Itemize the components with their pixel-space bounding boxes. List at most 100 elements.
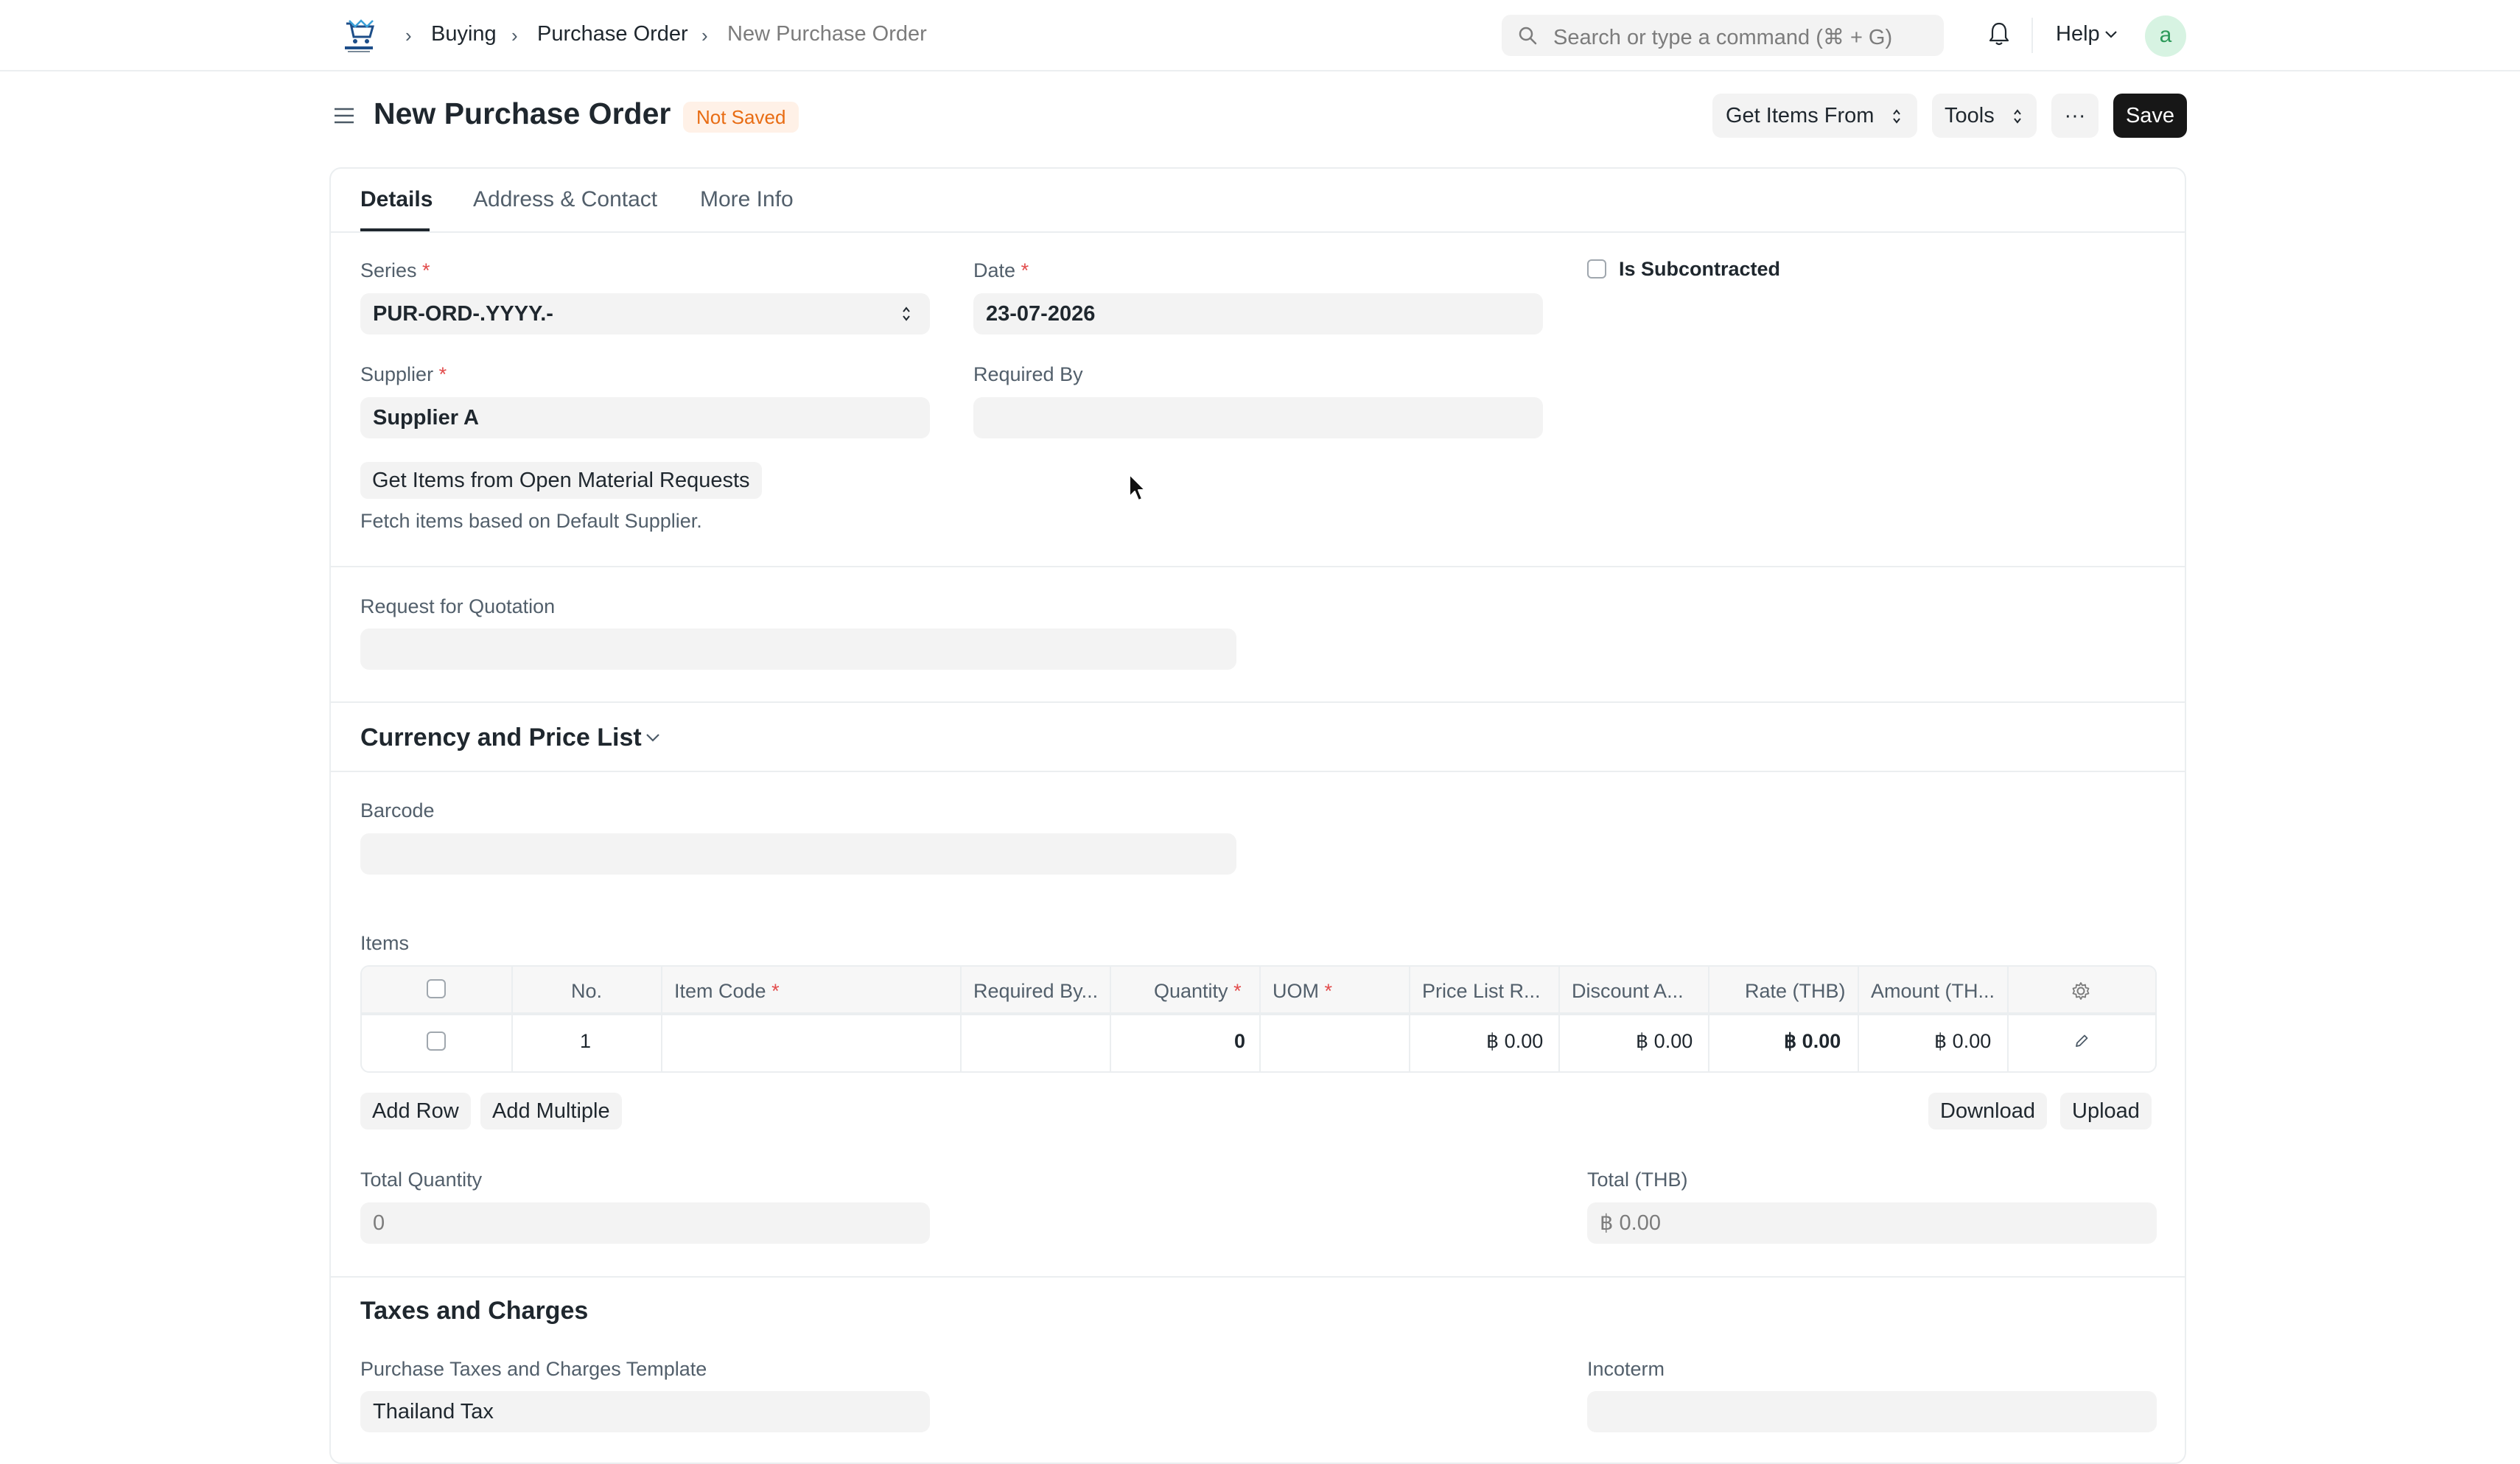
- total-quantity-label: Total Quantity: [360, 1169, 483, 1191]
- column-divider: [1409, 967, 1410, 1071]
- column-header-uom: UOM *: [1273, 980, 1333, 1002]
- tabs-divider: [331, 231, 2185, 233]
- fetch-description: Fetch items based on Default Supplier.: [360, 510, 702, 532]
- barcode-field[interactable]: [360, 833, 1236, 875]
- column-divider: [511, 967, 513, 1071]
- search-icon: [1519, 27, 1537, 45]
- discount-amount-cell[interactable]: ฿ 0.00: [1636, 1030, 1693, 1053]
- column-header-rate: Rate (THB): [1745, 980, 1846, 1002]
- help-menu[interactable]: Help: [2056, 22, 2100, 46]
- column-header-amount: Amount (TH...: [1871, 980, 1995, 1002]
- search-placeholder: Search or type a command (⌘ + G): [1553, 26, 1893, 49]
- column-header-price-list-rate: Price List R...: [1422, 980, 1541, 1002]
- add-multiple-button[interactable]: Add Multiple: [480, 1093, 622, 1129]
- incoterm-label: Incoterm: [1587, 1358, 1665, 1380]
- breadcrumb-purchase-order[interactable]: Purchase Order: [537, 22, 688, 46]
- quantity-cell[interactable]: 0: [1234, 1030, 1245, 1053]
- series-value: PUR-ORD-.YYYY.-: [373, 302, 553, 326]
- breadcrumb-separator-icon: ›: [511, 24, 518, 46]
- incoterm-field[interactable]: [1587, 1391, 2157, 1432]
- is-subcontracted-checkbox[interactable]: [1587, 259, 1606, 279]
- updown-icon: [2014, 109, 2021, 124]
- column-header-no: No.: [571, 980, 603, 1002]
- column-header-quantity: Quantity *: [1154, 980, 1242, 1002]
- tools-button[interactable]: Tools: [1932, 94, 2037, 138]
- search-input[interactable]: Search or type a command (⌘ + G): [1502, 15, 1944, 56]
- section-divider: [331, 771, 2185, 772]
- series-label: Series *: [360, 259, 430, 281]
- date-field[interactable]: 23-07-2026: [973, 293, 1543, 335]
- supplier-label: Supplier *: [360, 363, 447, 385]
- navbar-divider: [2031, 18, 2033, 53]
- breadcrumb-buying[interactable]: Buying: [431, 22, 497, 46]
- supplier-field[interactable]: Supplier A: [360, 397, 930, 438]
- upload-button[interactable]: Upload: [2060, 1093, 2152, 1129]
- tab-details[interactable]: Details: [360, 187, 433, 212]
- taxes-template-label: Purchase Taxes and Charges Template: [360, 1358, 707, 1380]
- row-number: 1: [580, 1030, 592, 1052]
- column-divider: [1558, 967, 1560, 1071]
- items-table: No. Item Code * Required By... Quantity …: [360, 965, 2157, 1073]
- tab-address-contact[interactable]: Address & Contact: [473, 187, 657, 212]
- section-divider: [331, 1276, 2185, 1278]
- tools-label: Tools: [1945, 104, 1995, 127]
- chevron-down-icon[interactable]: [645, 732, 661, 743]
- get-items-from-label: Get Items From: [1726, 104, 1875, 127]
- date-label: Date *: [973, 259, 1029, 281]
- section-divider: [331, 701, 2185, 703]
- column-header-discount-amount: Discount A...: [1572, 980, 1684, 1002]
- items-label: Items: [360, 932, 410, 954]
- amount-cell: ฿ 0.00: [1934, 1030, 1992, 1052]
- sidebar-toggle-icon[interactable]: [333, 105, 355, 127]
- price-list-rate-cell[interactable]: ฿ 0.00: [1486, 1030, 1543, 1053]
- more-actions-button[interactable]: ···: [2051, 94, 2099, 138]
- column-header-required-by: Required By...: [973, 980, 1099, 1002]
- tab-more-info[interactable]: More Info: [700, 187, 794, 212]
- add-row-button[interactable]: Add Row: [360, 1093, 471, 1129]
- taxes-section-title: Taxes and Charges: [360, 1297, 589, 1325]
- gear-icon[interactable]: [2071, 981, 2091, 1001]
- mouse-cursor-icon: [1129, 474, 1146, 501]
- series-select[interactable]: PUR-ORD-.YYYY.-: [360, 293, 930, 335]
- page-title: New Purchase Order: [374, 97, 671, 130]
- currency-section-title[interactable]: Currency and Price List: [360, 724, 642, 752]
- notification-bell-icon[interactable]: [1987, 21, 2011, 47]
- total-quantity-field: 0: [360, 1202, 930, 1244]
- column-divider: [1858, 967, 1859, 1071]
- item-code-cell[interactable]: [661, 1015, 960, 1071]
- download-button[interactable]: Download: [1928, 1093, 2047, 1129]
- column-divider: [1708, 967, 1709, 1071]
- required-by-label: Required By: [973, 363, 1083, 385]
- rfq-label: Request for Quotation: [360, 595, 556, 617]
- avatar[interactable]: a: [2145, 15, 2186, 57]
- status-badge: Not Saved: [683, 102, 799, 133]
- total-thb-label: Total (THB): [1587, 1169, 1688, 1191]
- row-checkbox[interactable]: [427, 1032, 446, 1051]
- required-by-cell[interactable]: [960, 1015, 1110, 1071]
- updown-icon: [1893, 109, 1900, 124]
- rate-cell[interactable]: ฿ 0.00: [1784, 1030, 1841, 1053]
- required-by-field[interactable]: [973, 397, 1543, 438]
- edit-pencil-icon[interactable]: [2073, 1033, 2090, 1049]
- rfq-field[interactable]: [360, 628, 1236, 670]
- barcode-label: Barcode: [360, 799, 435, 822]
- form-card: [329, 167, 2186, 1464]
- company-logo[interactable]: [340, 18, 377, 55]
- breadcrumb-separator-icon: ›: [701, 24, 708, 46]
- breadcrumb-separator-icon: ›: [405, 24, 412, 46]
- save-button[interactable]: Save: [2113, 94, 2187, 138]
- top-navbar: [0, 0, 2520, 71]
- get-items-from-open-material-requests-button[interactable]: Get Items from Open Material Requests: [360, 462, 762, 499]
- section-divider: [331, 566, 2185, 567]
- column-header-item-code: Item Code *: [674, 980, 780, 1002]
- column-divider: [1110, 967, 1111, 1071]
- uom-cell[interactable]: [1259, 1015, 1409, 1071]
- total-thb-field: ฿ 0.00: [1587, 1202, 2157, 1244]
- get-items-from-button[interactable]: Get Items From: [1712, 94, 1917, 138]
- select-all-checkbox[interactable]: [427, 979, 446, 998]
- column-divider: [2007, 967, 2009, 1071]
- updown-icon: [903, 307, 910, 321]
- chevron-down-icon[interactable]: [2104, 29, 2118, 40]
- breadcrumb-current: New Purchase Order: [727, 22, 927, 46]
- taxes-template-field[interactable]: Thailand Tax: [360, 1391, 930, 1432]
